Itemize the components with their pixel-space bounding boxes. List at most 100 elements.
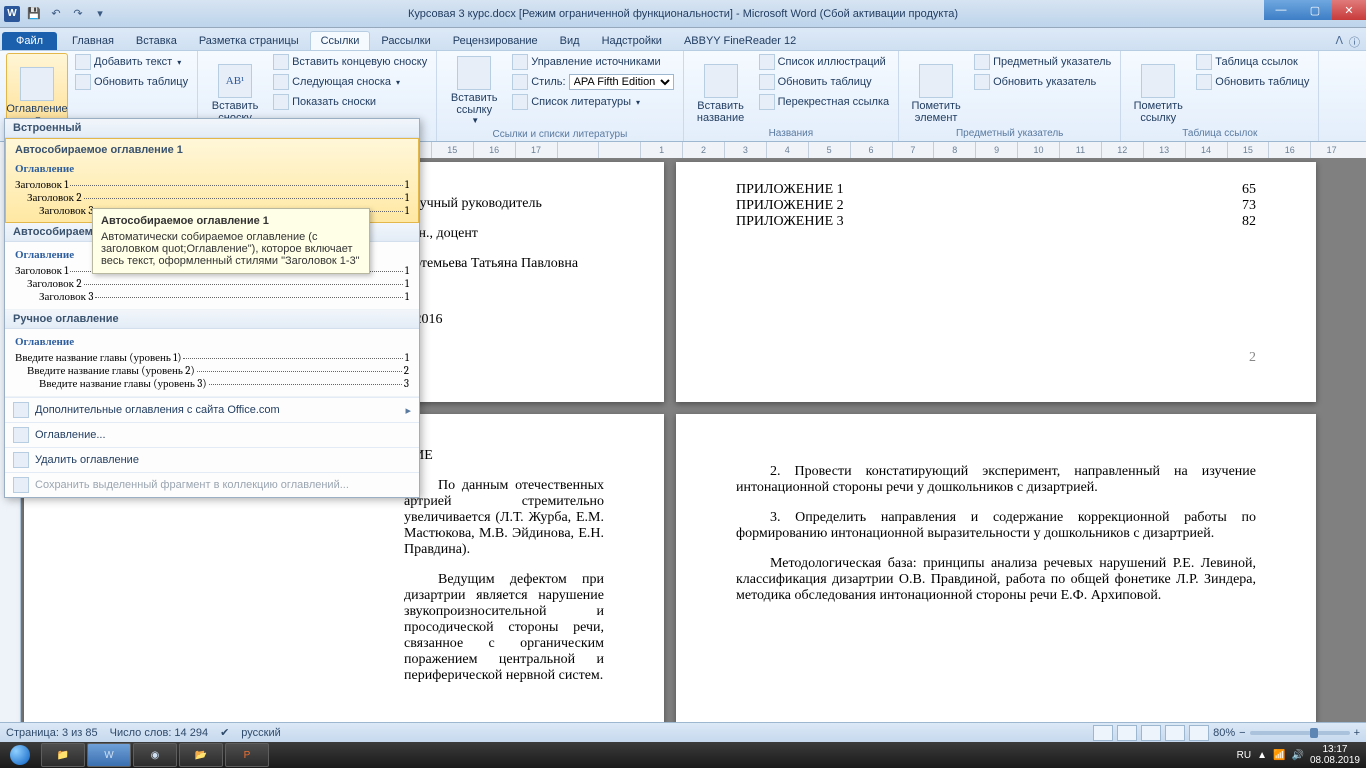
view-print-layout-icon[interactable] [1093, 725, 1113, 741]
style-select[interactable]: APA Fifth Edition [569, 74, 674, 90]
doc-text: 3. Определить направления и содержание к… [736, 510, 1256, 542]
tray-volume-icon[interactable]: 🔊 [1291, 750, 1303, 761]
toc-entry: ПРИЛОЖЕНИЕ 382 [736, 214, 1256, 230]
tab-home[interactable]: Главная [61, 31, 125, 50]
doc-text: – 2016 [404, 312, 604, 328]
close-button[interactable]: ✕ [1332, 0, 1366, 20]
insert-footnote-button[interactable]: AB¹ Вставить сноску [204, 53, 266, 127]
group-citations: Вставить ссылку▼ Управление источниками … [437, 51, 683, 141]
proofing-icon[interactable]: ✔ [220, 726, 229, 739]
manage-sources-button[interactable]: Управление источниками [509, 53, 676, 71]
tab-references[interactable]: Ссылки [310, 31, 371, 50]
update-icon [75, 74, 91, 90]
tab-insert[interactable]: Вставка [125, 31, 188, 50]
gallery-preview-heading: Оглавление [15, 162, 409, 175]
toc-label: Оглавление [6, 103, 67, 115]
qat-customize-icon[interactable]: ▾ [90, 4, 110, 24]
gallery-item-manual[interactable]: Оглавление Введите название главы (урове… [5, 329, 419, 397]
show-notes-icon [273, 94, 289, 110]
page-4[interactable]: 2. Провести констатирующий эксперимент, … [676, 414, 1316, 723]
toc-gallery-dropdown: Встроенный Автособираемое оглавление 1 О… [4, 118, 420, 498]
task-powerpoint[interactable]: P [225, 743, 269, 767]
file-tab[interactable]: Файл [2, 32, 57, 50]
zoom-value[interactable]: 80% [1213, 727, 1235, 739]
tab-mailings[interactable]: Рассылки [370, 31, 441, 50]
titlebar: W 💾 ↶ ↷ ▾ Курсовая 3 курс.docx [Режим ог… [0, 0, 1366, 28]
status-language[interactable]: русский [241, 727, 280, 739]
view-fullscreen-icon[interactable] [1117, 725, 1137, 741]
toc-button[interactable]: Оглавление▼ [6, 53, 68, 127]
insert-citation-button[interactable]: Вставить ссылку▼ [443, 53, 505, 128]
task-explorer[interactable]: 📁 [41, 743, 85, 767]
insert-endnote-button[interactable]: Вставить концевую сноску [270, 53, 430, 71]
mark-entry-button[interactable]: Пометить элемент [905, 53, 967, 127]
doc-text: Артемьева Татьяна Павловна [404, 256, 604, 272]
view-draft-icon[interactable] [1189, 725, 1209, 741]
tab-layout[interactable]: Разметка страницы [188, 31, 310, 50]
undo-icon[interactable]: ↶ [46, 4, 66, 24]
window-controls: — ▢ ✕ [1264, 0, 1366, 20]
update-figures-button[interactable]: Обновить таблицу [756, 73, 893, 91]
window-title: Курсовая 3 курс.docx [Режим ограниченной… [0, 8, 1366, 20]
doc-text: 2. Провести констатирующий эксперимент, … [736, 464, 1256, 496]
tab-abbyy[interactable]: ABBYY FineReader 12 [673, 31, 807, 50]
tab-view[interactable]: Вид [549, 31, 591, 50]
add-text-icon [75, 54, 91, 70]
style-icon [512, 74, 528, 90]
tray-lang[interactable]: RU [1237, 750, 1251, 761]
page-2[interactable]: ПРИЛОЖЕНИЕ 165 ПРИЛОЖЕНИЕ 273 ПРИЛОЖЕНИЕ… [676, 162, 1316, 402]
bibliography-button[interactable]: Список литературы▾ [509, 93, 676, 111]
save-icon[interactable]: 💾 [24, 4, 44, 24]
toc-custom-icon [13, 427, 29, 443]
ribbon-minimize-icon[interactable]: ᐱ [1335, 34, 1343, 50]
citation-style[interactable]: Стиль: APA Fifth Edition [509, 73, 676, 91]
gallery-remove-toc[interactable]: Удалить оглавление [5, 447, 419, 472]
help-icon[interactable]: ⓘ [1349, 34, 1360, 50]
cross-reference-button[interactable]: Перекрестная ссылка [756, 93, 893, 111]
update-index-icon [974, 74, 990, 90]
view-outline-icon[interactable] [1165, 725, 1185, 741]
task-word[interactable]: W [87, 743, 131, 767]
doc-text: По данным отечественных артрией стремите… [404, 478, 604, 558]
toc-entry: ПРИЛОЖЕНИЕ 273 [736, 198, 1256, 214]
next-footnote-button[interactable]: Следующая сноска▾ [270, 73, 430, 91]
gallery-section-manual: Ручное оглавление [5, 310, 419, 329]
windows-orb-icon [10, 745, 30, 765]
index-icon [974, 54, 990, 70]
quick-access-toolbar: 💾 ↶ ↷ ▾ [24, 4, 110, 24]
zoom-in-button[interactable]: + [1354, 727, 1360, 739]
update-toc-button[interactable]: Обновить таблицу [72, 73, 191, 91]
zoom-slider[interactable] [1250, 731, 1350, 735]
tab-review[interactable]: Рецензирование [442, 31, 549, 50]
maximize-button[interactable]: ▢ [1298, 0, 1332, 20]
minimize-button[interactable]: — [1264, 0, 1298, 20]
insert-index-button[interactable]: Предметный указатель [971, 53, 1114, 71]
insert-caption-button[interactable]: Вставить название [690, 53, 752, 127]
status-page[interactable]: Страница: 3 из 85 [6, 727, 98, 739]
zoom-out-button[interactable]: − [1239, 727, 1245, 739]
redo-icon[interactable]: ↷ [68, 4, 88, 24]
word-app-icon: W [4, 6, 20, 22]
mark-citation-button[interactable]: Пометить ссылку [1127, 53, 1189, 127]
add-text-button[interactable]: Добавить текст▾ [72, 53, 191, 71]
toc-icon [20, 67, 54, 101]
tray-network-icon[interactable]: 📶 [1273, 750, 1285, 761]
update-toa-button[interactable]: Обновить таблицу [1193, 73, 1312, 91]
zoom-thumb[interactable] [1310, 728, 1318, 738]
start-button[interactable] [0, 742, 40, 768]
task-folder[interactable]: 📂 [179, 743, 223, 767]
insert-toa-button[interactable]: Таблица ссылок [1193, 53, 1312, 71]
table-of-figures-button[interactable]: Список иллюстраций [756, 53, 893, 71]
update-index-button[interactable]: Обновить указатель [971, 73, 1114, 91]
status-words[interactable]: Число слов: 14 294 [110, 727, 208, 739]
tooltip: Автособираемое оглавление 1 Автоматическ… [92, 208, 370, 274]
gallery-custom-toc[interactable]: Оглавление... [5, 422, 419, 447]
tab-addins[interactable]: Надстройки [591, 31, 673, 50]
task-chrome[interactable]: ◉ [133, 743, 177, 767]
view-web-icon[interactable] [1141, 725, 1161, 741]
tray-clock[interactable]: 13:17 08.08.2019 [1310, 744, 1360, 766]
gallery-more-office[interactable]: Дополнительные оглавления с сайта Office… [5, 397, 419, 422]
show-notes-button[interactable]: Показать сноски [270, 93, 430, 111]
xref-icon [759, 94, 775, 110]
tray-flag-icon[interactable]: ▲ [1257, 750, 1267, 761]
